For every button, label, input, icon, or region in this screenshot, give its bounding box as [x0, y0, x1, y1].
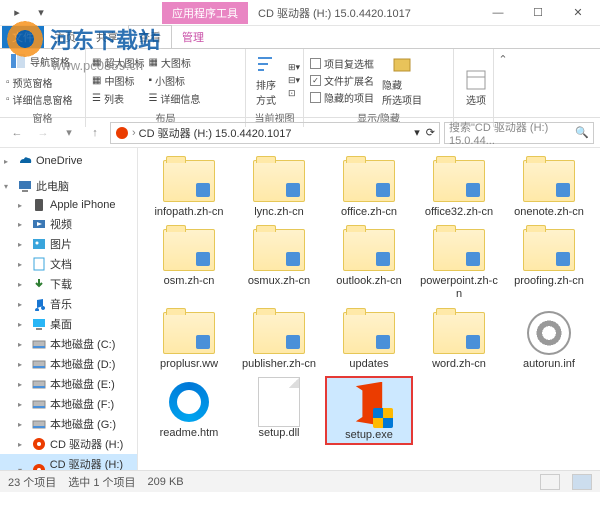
file-item[interactable]: onenote.zh-cn	[506, 156, 592, 219]
view-details[interactable]: ☰详细信息	[148, 91, 200, 106]
checkbox-hidden-items[interactable]: 隐藏的项目	[310, 90, 374, 105]
close-button[interactable]: ✕	[558, 1, 598, 25]
sidebar-item[interactable]: ▸桌面	[0, 314, 137, 334]
preview-pane-button[interactable]: ▫预览窗格	[6, 75, 73, 90]
address-bar-row: ← → ▾ ↑ › CD 驱动器 (H:) 15.0.4420.1017 ▾ ⟳…	[0, 118, 600, 148]
tab-view[interactable]: 查看	[128, 25, 172, 48]
tab-home[interactable]: 主页	[44, 26, 86, 48]
breadcrumb-dropdown-icon[interactable]: ▾	[414, 126, 420, 139]
sidebar-this-pc[interactable]: ▾ 此电脑	[0, 176, 137, 196]
file-item[interactable]: infopath.zh-cn	[146, 156, 232, 219]
view-list[interactable]: ☰列表	[92, 91, 144, 106]
file-list-area: infopath.zh-cnlync.zh-cnoffice.zh-cnoffi…	[138, 148, 600, 470]
sidebar-item[interactable]: ▸本地磁盘 (D:)	[0, 354, 137, 374]
file-item[interactable]: publisher.zh-cn	[236, 308, 322, 371]
tab-share[interactable]: 共享	[86, 26, 128, 48]
file-item[interactable]: word.zh-cn	[416, 308, 502, 371]
file-item[interactable]: osm.zh-cn	[146, 225, 232, 301]
search-input[interactable]: 搜索"CD 驱动器 (H:) 15.0.44... 🔍	[444, 122, 594, 144]
refresh-icon[interactable]: ⟳	[426, 126, 435, 139]
sidebar-item[interactable]: ▸本地磁盘 (G:)	[0, 414, 137, 434]
window-titlebar: ▸ ▾ 应用程序工具 CD 驱动器 (H:) 15.0.4420.1017 ― …	[0, 0, 600, 26]
breadcrumb[interactable]: › CD 驱动器 (H:) 15.0.4420.1017 ▾ ⟳	[110, 122, 440, 144]
sidebar-item[interactable]: ▸音乐	[0, 294, 137, 314]
view-large[interactable]: ▦大图标	[148, 55, 200, 70]
sidebar-item[interactable]: ▸图片	[0, 234, 137, 254]
file-item[interactable]: setup.dll	[236, 377, 322, 444]
details-pane-button[interactable]: ▫详细信息窗格	[6, 92, 73, 107]
status-selection: 选中 1 个项目	[68, 474, 135, 490]
checkbox-file-ext[interactable]: ✓文件扩展名	[310, 73, 374, 88]
sidebar-item[interactable]: ▸本地磁盘 (C:)	[0, 334, 137, 354]
sidebar-item[interactable]: ▸文档	[0, 254, 137, 274]
options-button[interactable]: 选项	[460, 66, 492, 109]
navigation-tree: ▸ OneDrive ▾ 此电脑 ▸Apple iPhone▸视频▸图片▸文档▸…	[0, 148, 138, 470]
details-view-icon[interactable]	[540, 474, 560, 490]
view-medium[interactable]: ▦中图标	[92, 73, 144, 88]
file-item[interactable]: office32.zh-cn	[416, 156, 502, 219]
sidebar-onedrive[interactable]: ▸ OneDrive	[0, 152, 137, 170]
ribbon: 文件 主页 共享 查看 管理 导航窗格 ▫预览窗格 ▫详细信息窗格 窗格 ▦超	[0, 26, 600, 118]
file-item[interactable]: proplusr.ww	[146, 308, 232, 371]
sidebar-item[interactable]: ▸下载	[0, 274, 137, 294]
sort-button[interactable]: 排序方式	[252, 51, 284, 109]
status-size: 209 KB	[148, 476, 184, 488]
file-item[interactable]: readme.htm	[146, 377, 232, 444]
file-item[interactable]: proofing.zh-cn	[506, 225, 592, 301]
file-item[interactable]: osmux.zh-cn	[236, 225, 322, 301]
checkbox-item-checkboxes[interactable]: 项目复选框	[310, 56, 374, 71]
status-bar: 23 个项目 选中 1 个项目 209 KB	[0, 470, 600, 492]
sidebar-item[interactable]: ▸本地磁盘 (F:)	[0, 394, 137, 414]
large-icons-view-icon[interactable]	[572, 474, 592, 490]
contextual-tab-label: 应用程序工具	[162, 2, 248, 24]
sidebar-cd-drive-selected[interactable]: ▾ CD 驱动器 (H:) 1!	[0, 454, 137, 470]
back-button[interactable]: ←	[6, 122, 28, 144]
file-item[interactable]: updates	[326, 308, 412, 371]
sidebar-item[interactable]: ▸CD 驱动器 (H:)	[0, 434, 137, 454]
tab-file[interactable]: 文件	[2, 26, 44, 48]
file-item[interactable]: setup.exe	[326, 377, 412, 444]
sidebar-item[interactable]: ▸Apple iPhone	[0, 196, 137, 214]
tab-manage[interactable]: 管理	[172, 26, 214, 48]
view-small[interactable]: ▪小图标	[148, 73, 200, 88]
maximize-button[interactable]: ☐	[518, 1, 558, 25]
nav-pane-button[interactable]: 导航窗格	[6, 51, 74, 71]
search-icon: 🔍	[575, 126, 589, 139]
status-item-count: 23 个项目	[8, 474, 56, 490]
forward-button[interactable]: →	[32, 122, 54, 144]
recent-locations-icon[interactable]: ▾	[58, 122, 80, 144]
sidebar-item[interactable]: ▸视频	[0, 214, 137, 234]
file-item[interactable]: powerpoint.zh-cn	[416, 225, 502, 301]
window-title: CD 驱动器 (H:) 15.0.4420.1017	[258, 5, 411, 21]
file-item[interactable]: office.zh-cn	[326, 156, 412, 219]
file-item[interactable]: outlook.zh-cn	[326, 225, 412, 301]
minimize-button[interactable]: ―	[478, 1, 518, 25]
qat-dropdown-icon[interactable]: ▾	[30, 3, 52, 23]
qat-properties-icon[interactable]: ▸	[6, 3, 28, 23]
sidebar-item[interactable]: ▸本地磁盘 (E:)	[0, 374, 137, 394]
file-item[interactable]: autorun.inf	[506, 308, 592, 371]
collapse-ribbon-icon[interactable]: ⌃	[494, 49, 512, 127]
hide-selected-button[interactable]: 隐藏 所选项目	[378, 51, 426, 109]
up-button[interactable]: ↑	[84, 122, 106, 144]
file-item[interactable]: lync.zh-cn	[236, 156, 322, 219]
cd-icon	[115, 126, 129, 140]
view-extra-large[interactable]: ▦超大图标	[92, 55, 144, 70]
